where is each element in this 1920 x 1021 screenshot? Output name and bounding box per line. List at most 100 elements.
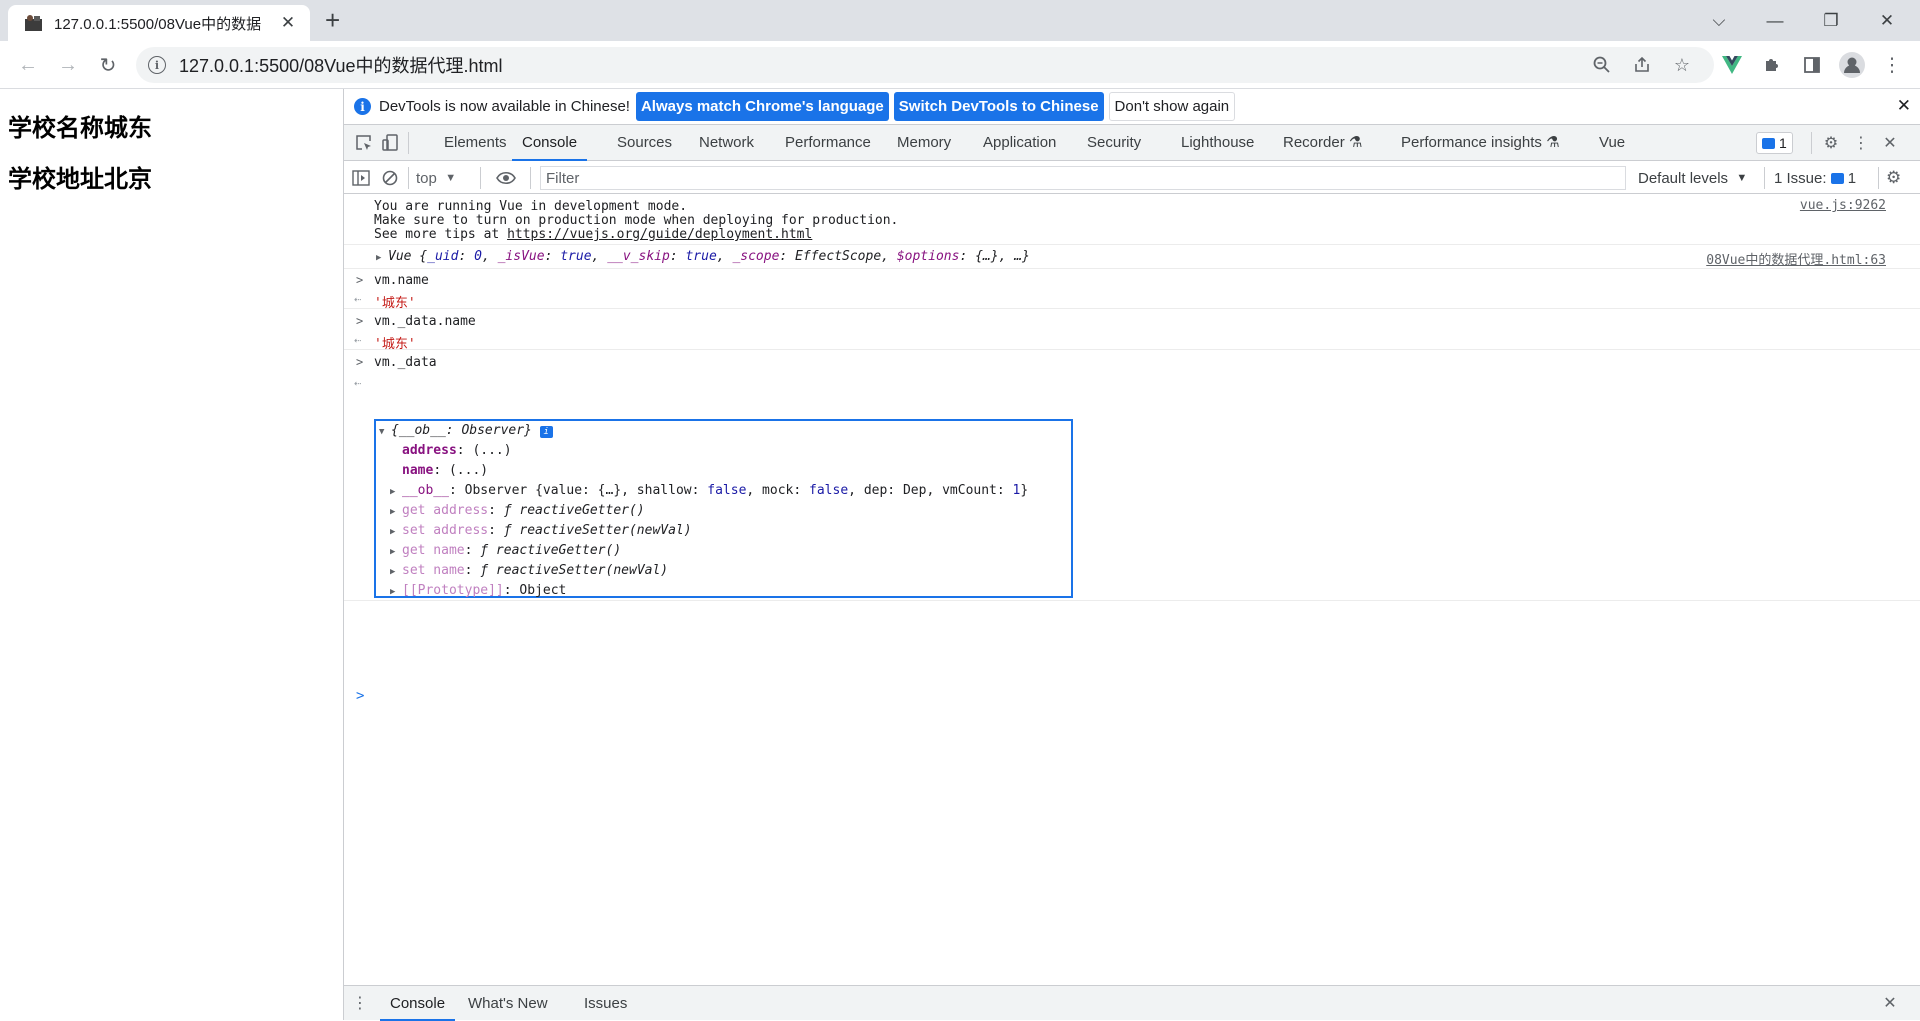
reload-icon[interactable]: ↻ (94, 51, 122, 79)
tab-elements[interactable]: Elements (444, 125, 507, 161)
message-icon (1762, 137, 1775, 149)
extensions-puzzle-icon[interactable] (1752, 47, 1792, 83)
tab-sources[interactable]: Sources (617, 125, 672, 161)
vue-instance-object[interactable]: ▶ Vue {_uid: 0, _isVue: true, __v_skip: t… (376, 249, 1030, 264)
tab-application[interactable]: Application (983, 125, 1056, 161)
tab-vue[interactable]: Vue (1599, 125, 1625, 161)
console-settings-gear-icon[interactable]: ⚙ (1886, 167, 1901, 189)
issues-counter[interactable]: 1 Issue: 1 (1774, 167, 1856, 189)
tab-performance-insights-label: Performance insights (1401, 134, 1542, 151)
console-prompt-input[interactable] (374, 683, 1904, 705)
site-info-icon[interactable]: i (148, 56, 166, 74)
vue-devtools-icon[interactable] (1712, 47, 1752, 83)
console-output: You are running Vue in development mode.… (344, 194, 1920, 985)
zoom-icon[interactable] (1582, 47, 1622, 83)
forward-icon[interactable]: → (54, 51, 82, 79)
settings-gear-icon[interactable]: ⚙ (1821, 133, 1841, 153)
drawer-tab-issues[interactable]: Issues (584, 986, 627, 1021)
dont-show-again-button[interactable]: Don't show again (1108, 92, 1236, 121)
side-panel-icon[interactable] (1792, 47, 1832, 83)
property-key: __ob__ (402, 483, 449, 498)
expand-triangle-icon: ▶ (390, 487, 396, 497)
tab-performance[interactable]: Performance (785, 125, 871, 161)
property-key: name (402, 463, 434, 478)
infobar-close-icon[interactable]: ✕ (1897, 96, 1911, 116)
tab-performance-insights[interactable]: Performance insights ⚗ (1401, 125, 1560, 161)
new-tab-button[interactable]: + (325, 6, 340, 34)
infobar-message: DevTools is now available in Chinese! (379, 98, 630, 115)
function-value: ƒ reactiveGetter() (480, 543, 622, 558)
object-property[interactable]: ▶ [[Prototype]]: Object (390, 583, 566, 598)
tab-lighthouse[interactable]: Lighthouse (1181, 125, 1254, 161)
tab-close-icon[interactable]: ✕ (278, 13, 298, 33)
object-property[interactable]: ▶ set name: ƒ reactiveSetter(newVal) (390, 563, 668, 578)
property-key: [[Prototype]] (402, 583, 504, 598)
log-levels-dropdown[interactable]: Default levels ▼ (1638, 167, 1747, 189)
property-key: get address (402, 503, 489, 518)
expand-triangle-icon: ▶ (390, 507, 396, 517)
minimize-button[interactable]: — (1747, 0, 1803, 41)
command-text: vm._data (374, 355, 437, 370)
school-name-heading: 学校名称城东 (8, 114, 152, 142)
log-text-prefix: See more tips at (374, 227, 508, 242)
tab-network[interactable]: Network (699, 125, 754, 161)
tab-recorder[interactable]: Recorder ⚗ (1283, 125, 1362, 161)
object-property[interactable]: ▶ get name: ƒ reactiveGetter() (390, 543, 621, 558)
object-header[interactable]: ▼ {__ob__: Observer} i (379, 423, 553, 438)
close-devtools-icon[interactable]: ✕ (1880, 133, 1900, 153)
drawer-tab-whats-new[interactable]: What's New (468, 986, 548, 1021)
object-property[interactable]: ▶ get address: ƒ reactiveGetter() (390, 503, 645, 518)
url-text[interactable]: 127.0.0.1:5500/08Vue中的数据代理.html (179, 52, 1582, 78)
chevron-down-icon: ▼ (1736, 172, 1748, 184)
close-drawer-icon[interactable]: ✕ (1880, 993, 1900, 1013)
property-value: Observer {value: {…}, shallow: (464, 483, 708, 498)
browser-tab[interactable]: 127.0.0.1:5500/08Vue中的数据 ✕ (8, 5, 310, 41)
bool-value: false (809, 483, 849, 498)
function-value: ƒ reactiveGetter() (503, 503, 645, 518)
source-link[interactable]: 08Vue中的数据代理.html:63 (1706, 249, 1886, 268)
tab-title: 127.0.0.1:5500/08Vue中的数据 (54, 15, 262, 33)
profile-avatar-icon[interactable] (1832, 47, 1872, 83)
clear-console-icon[interactable] (382, 167, 398, 189)
close-window-button[interactable]: ✕ (1859, 0, 1915, 41)
command-text: vm.name (374, 273, 429, 288)
live-expression-eye-icon[interactable] (496, 167, 516, 189)
address-bar[interactable]: i 127.0.0.1:5500/08Vue中的数据代理.html ☆ (136, 47, 1714, 83)
object-property[interactable]: address: (...) (402, 443, 512, 458)
tab-security[interactable]: Security (1087, 125, 1141, 161)
device-toolbar-icon[interactable] (380, 133, 400, 153)
console-prompt-icon: > (356, 688, 365, 704)
devtools-tabbar: Elements Console Sources Network Perform… (344, 125, 1920, 161)
browser-menu-icon[interactable]: ⋮ (1872, 47, 1912, 83)
tab-console[interactable]: Console (512, 125, 588, 161)
object-property[interactable]: ▶ set address: ƒ reactiveSetter(newVal) (390, 523, 692, 538)
bookmark-star-icon[interactable]: ☆ (1662, 47, 1702, 83)
function-value: ƒ reactiveSetter(newVal) (480, 563, 669, 578)
drawer-tab-console[interactable]: Console (380, 986, 456, 1021)
context-selector[interactable]: top ▼ (416, 167, 456, 189)
switch-to-chinese-button[interactable]: Switch DevTools to Chinese (893, 92, 1104, 121)
tab-search-icon[interactable]: ⌵ (1691, 0, 1747, 41)
inspect-element-icon[interactable] (354, 133, 374, 153)
back-icon[interactable]: ← (14, 51, 42, 79)
console-command: > vm._data.name ⇠ '城东' (344, 309, 1920, 352)
filter-placeholder: Filter (546, 169, 580, 187)
expand-triangle-icon: ▶ (390, 587, 396, 597)
share-icon[interactable] (1622, 47, 1662, 83)
object-property[interactable]: ▶ __ob__: Observer {value: {…}, shallow: … (390, 483, 1028, 498)
object-property[interactable]: name: (...) (402, 463, 488, 478)
messages-badge[interactable]: 1 (1756, 132, 1793, 154)
source-link[interactable]: vue.js:9262 (1800, 198, 1886, 213)
devtools-menu-icon[interactable]: ⋮ (1851, 133, 1871, 153)
deployment-link[interactable]: https://vuejs.org/guide/deployment.html (507, 227, 812, 242)
tab-memory[interactable]: Memory (897, 125, 951, 161)
restore-button[interactable]: ❐ (1803, 0, 1859, 41)
sidebar-toggle-icon[interactable] (352, 167, 370, 189)
property-key: set address (402, 523, 489, 538)
filter-input[interactable]: Filter (540, 166, 1626, 190)
always-match-language-button[interactable]: Always match Chrome's language (635, 92, 889, 121)
object-info-icon[interactable]: i (539, 426, 553, 438)
console-log-message: You are running Vue in development mode.… (344, 194, 1920, 245)
prompt-chevron-icon: > (356, 314, 364, 328)
drawer-menu-icon[interactable]: ⋮ (350, 993, 370, 1013)
